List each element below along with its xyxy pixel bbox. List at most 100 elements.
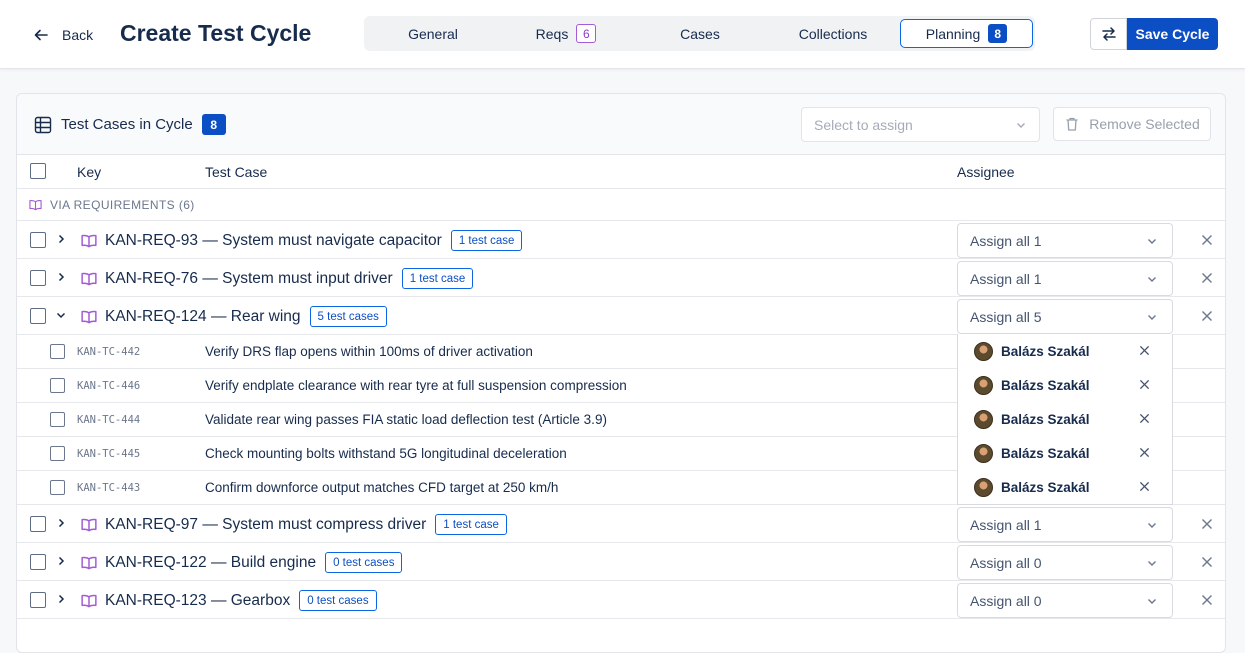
row-checkbox[interactable]	[30, 554, 46, 570]
assignee-name: Balázs Szakál	[1001, 445, 1090, 461]
test-case-count-badge: 0 test cases	[299, 590, 377, 611]
column-header-test-case: Test Case	[205, 164, 268, 180]
test-case-row[interactable]: KAN-TC-445 Check mounting bolts withstan…	[17, 436, 1225, 471]
close-icon[interactable]	[1139, 345, 1150, 356]
remove-selected-button[interactable]: Remove Selected	[1053, 107, 1211, 141]
requirement-title[interactable]: KAN-REQ-97 — System must compress driver…	[81, 514, 507, 535]
chevron-down-icon	[1148, 523, 1156, 528]
row-checkbox[interactable]	[30, 592, 46, 608]
chevron-down-icon	[1017, 123, 1025, 128]
requirement-title[interactable]: KAN-REQ-93 — System must navigate capaci…	[81, 230, 523, 251]
assignee-cell[interactable]: Balázs Szakál	[957, 470, 1173, 505]
tab-count-badge: 8	[988, 24, 1008, 43]
requirement-title[interactable]: KAN-REQ-124 — Rear wing 5 test cases	[81, 306, 387, 327]
save-cycle-button[interactable]: Save Cycle	[1127, 18, 1218, 50]
close-icon[interactable]	[1139, 481, 1150, 492]
assign-all-dropdown[interactable]: Assign all 5	[957, 299, 1173, 334]
close-icon[interactable]	[1201, 518, 1213, 530]
tab-cases[interactable]: Cases	[634, 19, 766, 48]
close-icon[interactable]	[1201, 556, 1213, 568]
requirement-row[interactable]: KAN-REQ-97 — System must compress driver…	[17, 505, 1225, 543]
test-case-name[interactable]: Check mounting bolts withstand 5G longit…	[205, 446, 567, 461]
chevron-right-icon[interactable]	[55, 517, 67, 529]
close-icon[interactable]	[1201, 594, 1213, 606]
test-case-name[interactable]: Verify DRS flap opens within 100ms of dr…	[205, 344, 533, 359]
chevron-right-icon[interactable]	[55, 555, 67, 567]
chevron-down-icon	[1148, 277, 1156, 282]
requirement-row[interactable]: KAN-REQ-123 — Gearbox 0 test cases Assig…	[17, 581, 1225, 619]
row-checkbox[interactable]	[50, 480, 65, 495]
row-checkbox[interactable]	[30, 270, 46, 286]
tab-general[interactable]: General	[369, 19, 497, 48]
close-icon[interactable]	[1201, 234, 1213, 246]
requirement-title-text: KAN-REQ-122 — Build engine	[105, 553, 317, 571]
requirement-title[interactable]: KAN-REQ-76 — System must input driver 1 …	[81, 268, 474, 289]
test-case-row[interactable]: KAN-TC-442 Verify DRS flap opens within …	[17, 334, 1225, 369]
row-checkbox[interactable]	[50, 378, 65, 393]
tab-planning[interactable]: Planning 8	[900, 19, 1033, 48]
chevron-right-icon[interactable]	[55, 593, 67, 605]
test-case-key: KAN-TC-446	[77, 380, 141, 392]
chevron-down-icon[interactable]	[55, 309, 67, 321]
requirement-row[interactable]: KAN-REQ-93 — System must navigate capaci…	[17, 221, 1225, 259]
requirement-title[interactable]: KAN-REQ-122 — Build engine 0 test cases	[81, 552, 403, 573]
tab-collections[interactable]: Collections	[768, 19, 898, 48]
row-checkbox[interactable]	[30, 516, 46, 532]
avatar	[974, 409, 993, 429]
select-to-assign-dropdown[interactable]: Select to assign	[801, 107, 1040, 142]
requirement-row[interactable]: KAN-REQ-124 — Rear wing 5 test cases Ass…	[17, 297, 1225, 335]
test-case-name[interactable]: Verify endplate clearance with rear tyre…	[205, 378, 627, 393]
test-case-name[interactable]: Confirm downforce output matches CFD tar…	[205, 480, 558, 495]
row-checkbox[interactable]	[50, 412, 65, 427]
assign-all-dropdown[interactable]: Assign all 0	[957, 545, 1173, 580]
sync-button[interactable]	[1090, 18, 1127, 50]
chevron-down-icon	[1148, 561, 1156, 566]
row-checkbox[interactable]	[30, 308, 46, 324]
close-icon[interactable]	[1139, 379, 1150, 390]
chevron-right-icon[interactable]	[55, 271, 67, 283]
assignee-cell[interactable]: Balázs Szakál	[957, 334, 1173, 369]
close-icon[interactable]	[1139, 413, 1150, 424]
assignee-cell[interactable]: Balázs Szakál	[957, 368, 1173, 403]
requirement-row[interactable]: KAN-REQ-76 — System must input driver 1 …	[17, 259, 1225, 297]
assign-all-dropdown[interactable]: Assign all 1	[957, 261, 1173, 296]
select-all-checkbox[interactable]	[30, 163, 46, 179]
group-label: VIA REQUIREMENTS (6)	[29, 198, 195, 212]
close-icon[interactable]	[1201, 272, 1213, 284]
test-case-row[interactable]: KAN-TC-444 Validate rear wing passes FIA…	[17, 402, 1225, 437]
book-icon	[81, 310, 97, 323]
assign-all-dropdown[interactable]: Assign all 1	[957, 507, 1173, 542]
assign-all-label: Assign all 0	[970, 592, 1042, 609]
requirement-title[interactable]: KAN-REQ-123 — Gearbox 0 test cases	[81, 590, 377, 611]
avatar	[974, 477, 993, 497]
panel-title-text: Test Cases in Cycle	[61, 116, 193, 133]
test-case-key: KAN-TC-442	[77, 346, 141, 358]
chevron-down-icon	[1148, 315, 1156, 320]
test-case-count-badge: 5 test cases	[309, 306, 387, 327]
assignee-name: Balázs Szakál	[1001, 411, 1090, 427]
row-checkbox[interactable]	[30, 232, 46, 248]
requirement-row[interactable]: KAN-REQ-122 — Build engine 0 test cases …	[17, 543, 1225, 581]
back-button[interactable]: Back	[34, 24, 93, 46]
chevron-right-icon[interactable]	[55, 233, 67, 245]
close-icon[interactable]	[1201, 310, 1213, 322]
test-case-row[interactable]: KAN-TC-446 Verify endplate clearance wit…	[17, 368, 1225, 403]
requirement-title-text: KAN-REQ-123 — Gearbox	[105, 591, 291, 609]
column-header-assignee: Assignee	[957, 164, 1015, 180]
assignee-cell[interactable]: Balázs Szakál	[957, 402, 1173, 437]
back-label: Back	[62, 27, 94, 43]
test-case-row[interactable]: KAN-TC-443 Confirm downforce output matc…	[17, 470, 1225, 505]
assign-all-label: Assign all 5	[970, 308, 1042, 325]
close-icon[interactable]	[1139, 447, 1150, 458]
assignee-cell[interactable]: Balázs Szakál	[957, 436, 1173, 471]
book-icon	[29, 199, 42, 211]
panel-count-badge: 8	[201, 114, 226, 135]
panel-header: Test Cases in Cycle 8 Select to assign R…	[17, 94, 1225, 155]
test-case-name[interactable]: Validate rear wing passes FIA static loa…	[205, 412, 607, 427]
assign-all-dropdown[interactable]: Assign all 0	[957, 583, 1173, 618]
assign-all-dropdown[interactable]: Assign all 1	[957, 223, 1173, 258]
assignee-name: Balázs Szakál	[1001, 479, 1090, 495]
row-checkbox[interactable]	[50, 446, 65, 461]
tab-reqs[interactable]: Reqs 6	[501, 19, 631, 48]
row-checkbox[interactable]	[50, 344, 65, 359]
